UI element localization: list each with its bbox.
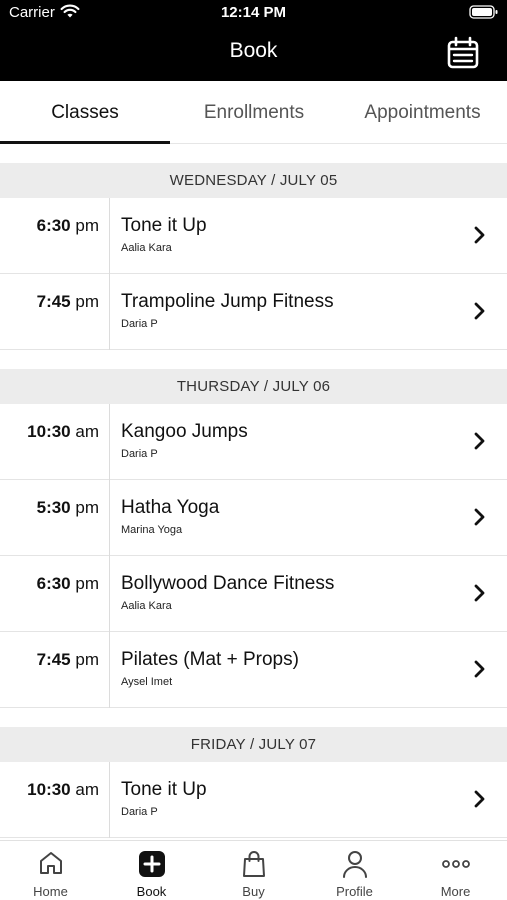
more-dots-icon xyxy=(441,860,470,868)
tab-classes[interactable]: Classes xyxy=(0,81,170,144)
day-header: THURSDAY / JULY 06 xyxy=(0,369,507,404)
chevron-right-icon xyxy=(474,660,485,678)
class-time: 7:45 pm xyxy=(36,650,99,669)
chevron-right-icon xyxy=(474,508,485,526)
class-name: Tone it Up xyxy=(121,215,207,236)
class-row[interactable]: 7:45 pm Pilates (Mat + Props) Aysel Imet xyxy=(0,632,507,708)
active-tab-indicator xyxy=(0,141,170,144)
booking-tabs: Classes Enrollments Appointments xyxy=(0,81,507,144)
shopping-bag-icon xyxy=(242,851,265,877)
instructor-name: Daria P xyxy=(121,806,158,818)
profile-icon xyxy=(342,851,367,878)
class-row[interactable]: 10:30 am Tone it Up Daria P xyxy=(0,762,507,838)
page-title: Book xyxy=(229,39,278,62)
chevron-right-icon xyxy=(474,790,485,808)
section-gap xyxy=(0,350,507,369)
nav-buy[interactable]: Buy xyxy=(203,841,304,900)
instructor-name: Marina Yoga xyxy=(121,524,183,536)
class-row[interactable]: 6:30 pm Tone it Up Aalia Kara xyxy=(0,198,507,274)
row-divider xyxy=(109,632,110,708)
bottom-tab-bar: Home Book Buy Profile More xyxy=(0,840,507,900)
top-bar: Carrier 12:14 PM Book xyxy=(0,0,507,81)
class-name: Trampoline Jump Fitness xyxy=(121,291,334,312)
instructor-name: Daria P xyxy=(121,318,158,330)
class-schedule: WEDNESDAY / JULY 05 6:30 pm Tone it Up A… xyxy=(0,163,507,838)
instructor-name: Aalia Kara xyxy=(121,600,172,612)
row-divider xyxy=(109,198,110,274)
tab-appointments[interactable]: Appointments xyxy=(338,81,507,144)
class-time: 6:30 pm xyxy=(36,574,99,593)
class-row[interactable]: 5:30 pm Hatha Yoga Marina Yoga xyxy=(0,480,507,556)
nav-more[interactable]: More xyxy=(405,841,506,900)
class-name: Pilates (Mat + Props) xyxy=(121,649,299,670)
row-divider xyxy=(109,404,110,480)
battery-icon xyxy=(469,4,499,25)
class-name: Hatha Yoga xyxy=(121,497,220,518)
class-row[interactable]: 10:30 am Kangoo Jumps Daria P xyxy=(0,404,507,480)
class-name: Tone it Up xyxy=(121,779,207,800)
class-time: 10:30 am xyxy=(27,422,99,441)
nav-label: More xyxy=(440,884,471,899)
nav-label: Profile xyxy=(336,884,373,899)
day-header: WEDNESDAY / JULY 05 xyxy=(0,163,507,198)
class-time: 7:45 pm xyxy=(36,292,99,311)
row-divider xyxy=(109,556,110,632)
instructor-name: Daria P xyxy=(121,448,158,460)
chevron-right-icon xyxy=(474,432,485,450)
calendar-icon[interactable] xyxy=(446,36,480,70)
class-time: 5:30 pm xyxy=(36,498,99,517)
section-gap xyxy=(0,708,507,727)
day-header: FRIDAY / JULY 07 xyxy=(0,727,507,762)
chevron-right-icon xyxy=(474,226,485,244)
chevron-right-icon xyxy=(474,584,485,602)
row-divider xyxy=(109,762,110,838)
nav-book[interactable]: Book xyxy=(101,841,202,900)
status-bar: Carrier 12:14 PM xyxy=(0,0,507,26)
chevron-right-icon xyxy=(474,302,485,320)
row-divider xyxy=(109,274,110,350)
nav-profile[interactable]: Profile xyxy=(304,841,405,900)
tab-enrollments[interactable]: Enrollments xyxy=(170,81,338,144)
nav-label: Book xyxy=(136,884,167,899)
nav-home[interactable]: Home xyxy=(0,841,101,900)
class-time: 10:30 am xyxy=(27,780,99,799)
class-row[interactable]: 6:30 pm Bollywood Dance Fitness Aalia Ka… xyxy=(0,556,507,632)
instructor-name: Aalia Kara xyxy=(121,242,172,254)
class-time: 6:30 pm xyxy=(36,216,99,235)
row-divider xyxy=(109,480,110,556)
class-name: Bollywood Dance Fitness xyxy=(121,573,335,594)
class-row[interactable]: 7:45 pm Trampoline Jump Fitness Daria P xyxy=(0,274,507,350)
home-icon xyxy=(39,852,62,874)
class-name: Kangoo Jumps xyxy=(121,421,248,442)
instructor-name: Aysel Imet xyxy=(121,676,173,688)
status-time: 12:14 PM xyxy=(220,4,287,21)
nav-label: Buy xyxy=(242,884,265,899)
plus-square-icon xyxy=(138,851,165,877)
nav-label: Home xyxy=(33,884,68,899)
